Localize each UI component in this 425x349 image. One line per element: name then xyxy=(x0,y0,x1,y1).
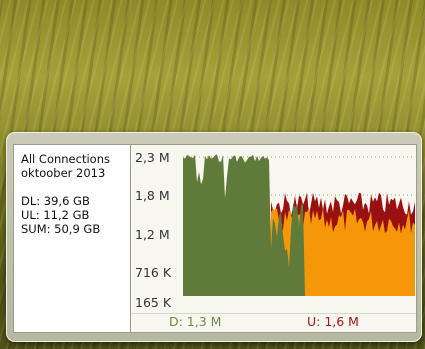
traffic-plot-area xyxy=(183,150,415,302)
y-tick-label: 1,8 M xyxy=(135,188,170,203)
upload-total-label: UL: xyxy=(21,208,40,222)
download-legend: D: 1,3 M xyxy=(169,314,222,329)
sum-total-value: 50,9 GB xyxy=(54,222,101,236)
download-total-row: DL: 39,6 GB xyxy=(21,194,90,208)
download-total-label: DL: xyxy=(21,194,41,208)
upload-total-row: UL: 11,2 GB xyxy=(21,208,89,222)
stats-panel: All Connections oktoober 2013 DL: 39,6 G… xyxy=(13,144,131,333)
upload-total-value: 11,2 GB xyxy=(43,208,90,222)
sum-total-row: SUM: 50,9 GB xyxy=(21,222,100,236)
y-tick-label: 1,2 M xyxy=(135,227,170,242)
traffic-graph-panel: 2,3 M 1,8 M 1,2 M 716 K 165 K D: 1,3 M U… xyxy=(130,144,417,333)
y-tick-label: 165 K xyxy=(135,295,172,310)
y-tick-label: 2,3 M xyxy=(135,150,170,165)
sum-total-label: SUM: xyxy=(21,222,51,236)
connection-title: All Connections xyxy=(21,152,110,166)
traffic-graph xyxy=(183,154,415,296)
period-label: oktoober 2013 xyxy=(21,166,106,180)
download-total-value: 39,6 GB xyxy=(43,194,90,208)
upload-legend: U: 1,6 M xyxy=(307,314,359,329)
network-meter-gadget[interactable]: All Connections oktoober 2013 DL: 39,6 G… xyxy=(6,132,422,342)
y-tick-label: 716 K xyxy=(135,265,172,280)
